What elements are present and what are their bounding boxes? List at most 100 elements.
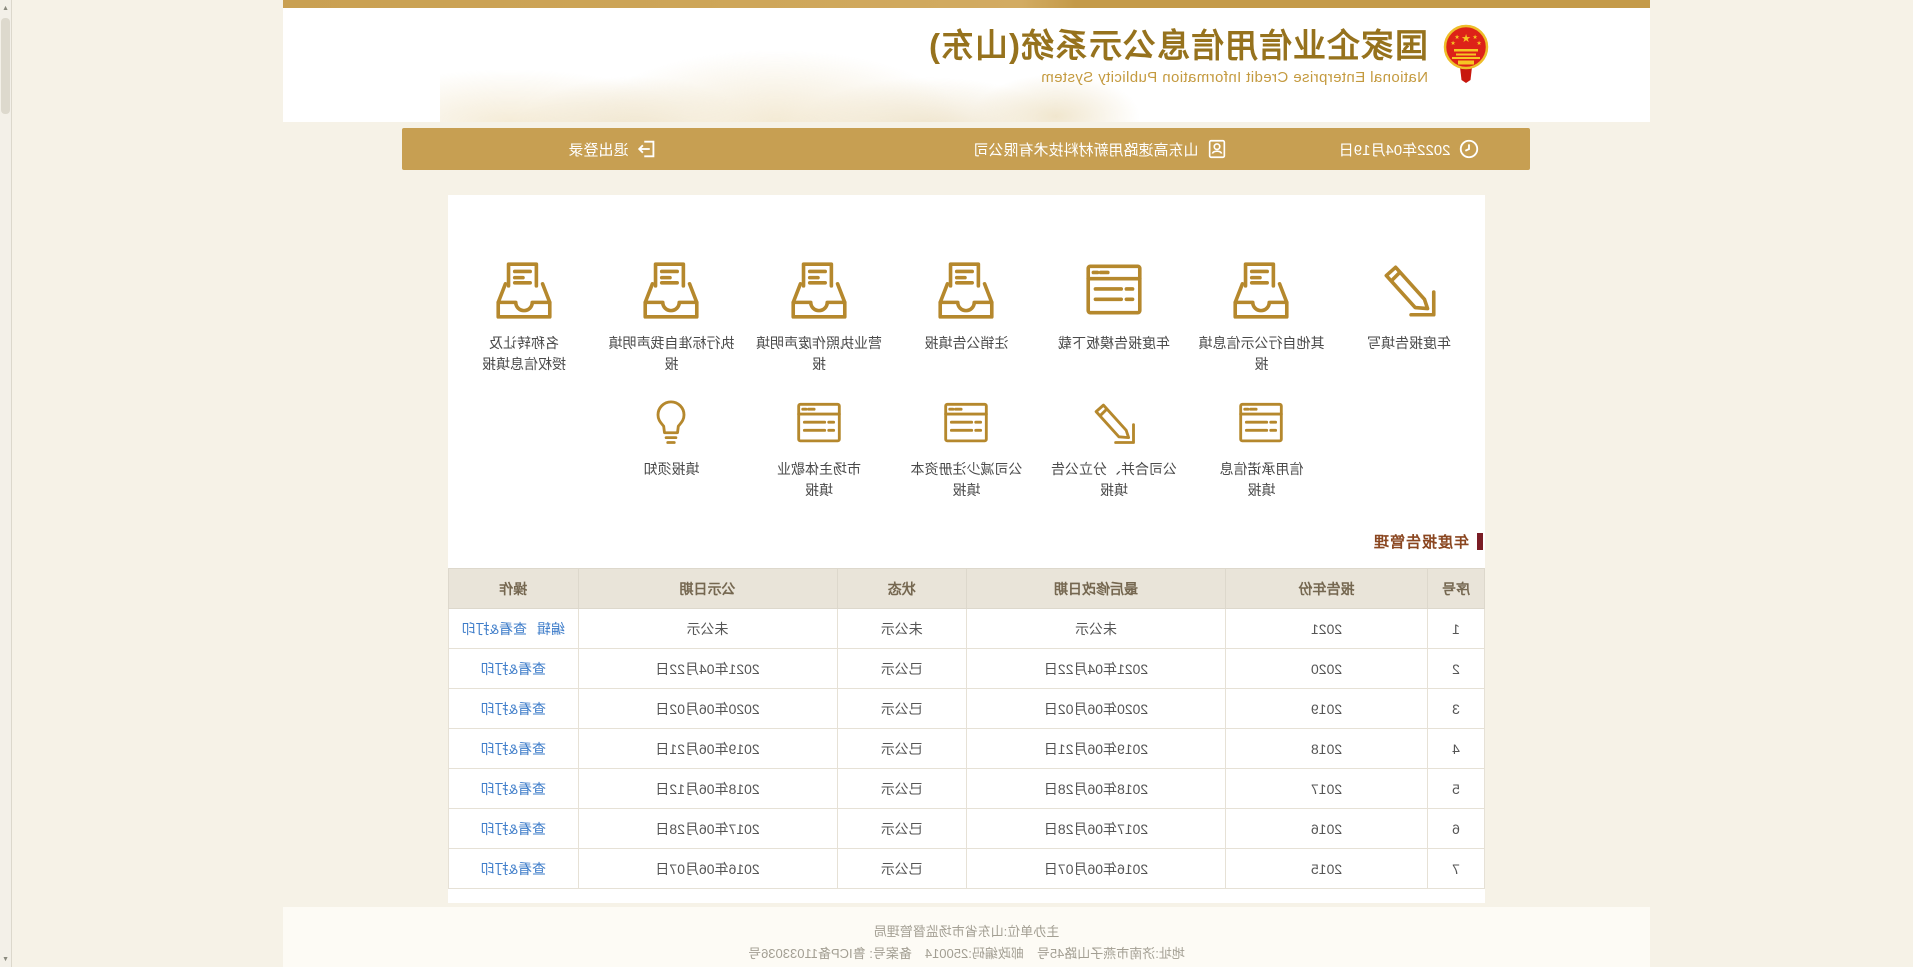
column-header-no: 序号 [1428,569,1485,609]
cell-year: 2015 [1226,849,1428,889]
action-annual-report-write[interactable]: 年度报告填写 [1341,249,1477,375]
table-row: 420182019年06月21日已公示2019年06月21日查看&打印 [449,729,1485,769]
cell-no: 5 [1428,769,1485,809]
action-filing-instructions[interactable]: 填报须知 [604,393,740,501]
cell-actions: 编辑查看&打印 [449,609,579,649]
action-business-suspension-filing[interactable]: 市场主体歇业 填报 [751,393,887,501]
action-license-invalidation-declaration[interactable]: 营业执照作废声明填报 [751,249,887,375]
view-print-link[interactable]: 查看&打印 [462,621,527,637]
cell-no: 3 [1428,689,1485,729]
svg-text:★: ★ [1461,33,1471,45]
site-footer: 主办单位:山东省市场监督管理局 地址:济南市燕子山路45号 邮政编码:25001… [283,907,1650,967]
browser-viewport: ★ ★ ★ ★ ★ 国家企业信用信息公示系统(山东) [0,0,1913,967]
action-name-transfer-authorization-filing[interactable]: 名称转让及 授权信息填报 [456,249,592,375]
bulb-icon [604,393,740,449]
action-annual-report-template-download[interactable]: 年度报告模板下载 [1046,249,1182,375]
logout-button[interactable]: 退出登录 [568,128,658,170]
current-date-block: 2022年04月19日 [1339,128,1481,170]
column-header-published: 公示日期 [578,569,837,609]
action-label: 名称转让及 授权信息填报 [456,333,592,375]
pencil-icon [1046,393,1182,449]
exit-icon [637,138,659,160]
national-emblem-icon: ★ ★ ★ ★ ★ [1442,24,1490,89]
action-capital-reduction-filing[interactable]: 公司减少注册资本 填报 [899,393,1035,501]
column-header-modified: 最后修改日期 [967,569,1226,609]
section-title-marker [1477,533,1483,550]
action-label: 年度报告填写 [1341,333,1477,354]
cell-status: 已公示 [837,809,967,849]
svg-text:★: ★ [1476,40,1481,47]
cell-no: 6 [1428,809,1485,849]
cell-no: 1 [1428,609,1485,649]
cell-published: 2021年04月22日 [578,649,837,689]
action-label: 其他自行公示信息填报 [1194,333,1330,375]
scroll-down-button[interactable]: ▼ [0,951,11,967]
vertical-scrollbar[interactable]: ▲ ▼ [0,0,12,967]
cell-status: 已公示 [837,729,967,769]
action-cancellation-notice-filing[interactable]: 注销公告填报 [899,249,1035,375]
clock-icon [1459,138,1481,160]
column-header-actions: 操作 [449,569,579,609]
cell-year: 2020 [1226,649,1428,689]
site-title: 国家企业信用信息公示系统(山东) [928,27,1428,65]
cell-modified: 2019年06月21日 [967,729,1226,769]
cell-modified: 2021年04月22日 [967,649,1226,689]
edit-link[interactable]: 编辑 [537,621,565,637]
page: ★ ★ ★ ★ ★ 国家企业信用信息公示系统(山东) [0,0,1913,967]
cell-year: 2016 [1226,809,1428,849]
cell-modified: 2016年06月07日 [967,849,1226,889]
svg-text:★: ★ [1454,34,1459,41]
scroll-thumb[interactable] [1,18,10,114]
inbox-icon [751,249,887,323]
cell-actions: 查看&打印 [449,809,579,849]
current-date: 2022年04月19日 [1339,139,1451,160]
table-row: 520172018年06月28日已公示2018年06月12日查看&打印 [449,769,1485,809]
id-badge-icon [1207,138,1229,160]
inbox-icon [604,249,740,323]
view-print-link[interactable]: 查看&打印 [481,661,546,677]
quick-actions-row-2: 信用承诺信息 填报公司合并、分立公告 填报公司减少注册资本 填报市场主体歇业 填… [448,393,1485,501]
view-print-link[interactable]: 查看&打印 [481,701,546,717]
site-subtitle: National Enterprise Credit Information P… [928,69,1428,86]
action-standard-self-declaration-filing[interactable]: 执行标准自我声明填报 [604,249,740,375]
column-header-status: 状态 [837,569,967,609]
quick-actions-row-1: 年度报告填写其他自行公示信息填报年度报告模板下载注销公告填报营业执照作废声明填报… [448,249,1485,375]
view-print-link[interactable]: 查看&打印 [481,781,546,797]
view-print-link[interactable]: 查看&打印 [481,861,546,877]
table-row: 620162017年06月28日已公示2017年06月28日查看&打印 [449,809,1485,849]
cell-status: 已公示 [837,849,967,889]
mirrored-screen: ★ ★ ★ ★ ★ 国家企业信用信息公示系统(山东) [0,0,1913,967]
action-label: 注销公告填报 [899,333,1035,354]
table-header-row: 序号 报告年份 最后修改日期 状态 公示日期 操作 [449,569,1485,609]
cell-status: 已公示 [837,769,967,809]
action-merger-division-notice-filing[interactable]: 公司合并、分立公告 填报 [1046,393,1182,501]
cell-published: 2016年06月07日 [578,849,837,889]
svg-text:★: ★ [1472,34,1477,41]
action-label: 填报须知 [604,459,740,480]
action-label: 年度报告模板下载 [1046,333,1182,354]
view-print-link[interactable]: 查看&打印 [481,821,546,837]
footer-address-icp: 地址:济南市燕子山路45号 邮政编码:250014 备案号: 鲁ICP备1103… [283,943,1650,965]
scroll-up-button[interactable]: ▲ [0,0,11,16]
inbox-icon [1194,249,1330,323]
action-credit-commitment-filing[interactable]: 信用承诺信息 填报 [1194,393,1330,501]
window-icon [1046,249,1182,323]
content-column: ★ ★ ★ ★ ★ 国家企业信用信息公示系统(山东) [283,0,1650,967]
company-block: 山东高速路用新材料技术有限公司 [973,128,1228,170]
footer-organizer: 主办单位:山东省市场监督管理局 [283,921,1650,943]
company-name: 山东高速路用新材料技术有限公司 [973,139,1198,160]
cell-year: 2017 [1226,769,1428,809]
inbox-icon [456,249,592,323]
cell-status: 已公示 [837,649,967,689]
cell-modified: 未公示 [967,609,1226,649]
annual-report-table-body: 12021未公示未公示未公示编辑查看&打印220202021年04月22日已公示… [449,609,1485,889]
cell-published: 2019年06月21日 [578,729,837,769]
cell-published: 2018年06月12日 [578,769,837,809]
logout-label: 退出登录 [568,139,628,160]
action-label: 市场主体歇业 填报 [751,459,887,501]
column-header-year: 报告年份 [1226,569,1428,609]
action-other-self-publicity-filing[interactable]: 其他自行公示信息填报 [1194,249,1330,375]
view-print-link[interactable]: 查看&打印 [481,741,546,757]
brand-block: ★ ★ ★ ★ ★ 国家企业信用信息公示系统(山东) [928,24,1490,89]
table-row: 220202021年04月22日已公示2021年04月22日查看&打印 [449,649,1485,689]
